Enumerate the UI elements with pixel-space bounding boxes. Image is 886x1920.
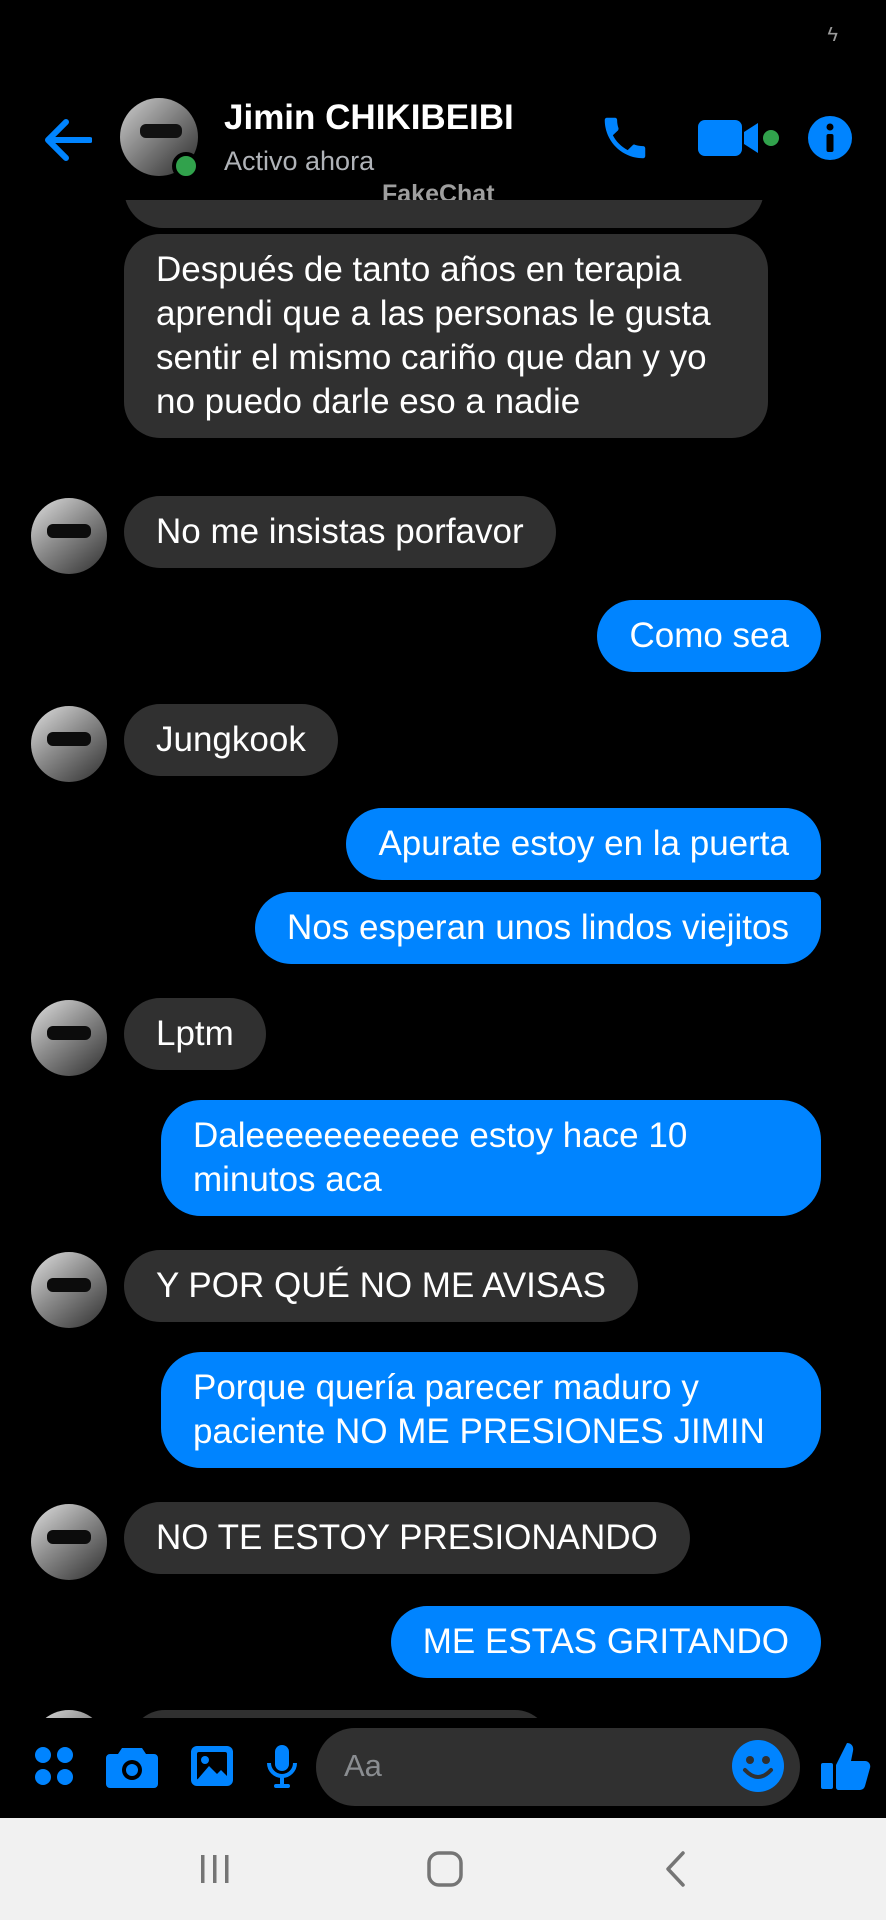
status-bar: ϟ xyxy=(0,0,886,70)
message-input-placeholder: Aa xyxy=(344,1748,382,1783)
message-bubble-incoming[interactable]: NO TE ESTOY PRESIONANDO xyxy=(124,1502,690,1574)
emoji-button[interactable] xyxy=(730,1738,786,1794)
online-indicator xyxy=(172,152,200,180)
message-bubble-incoming[interactable]: Después de tanto años en terapia aprendi… xyxy=(124,234,768,438)
sender-avatar[interactable] xyxy=(31,1000,107,1076)
message-bubble-incoming[interactable]: Y POR QUÉ NO ME AVISAS xyxy=(124,1250,638,1322)
emoji-icon xyxy=(732,1740,784,1792)
recent-apps-icon xyxy=(201,1855,229,1883)
home-icon xyxy=(427,1851,463,1887)
voice-message-button[interactable] xyxy=(264,1742,300,1790)
message-bubble-outgoing[interactable]: Daleeeeeeeeeee estoy hace 10 minutos aca xyxy=(161,1100,821,1216)
contact-status: Activo ahora xyxy=(224,146,375,176)
info-button[interactable] xyxy=(802,108,858,168)
microphone-icon xyxy=(267,1745,297,1788)
home-button[interactable] xyxy=(420,1846,470,1892)
back-button[interactable] xyxy=(38,110,98,170)
camera-icon xyxy=(106,1748,158,1788)
sender-avatar[interactable] xyxy=(31,498,107,574)
message-bubble-outgoing[interactable]: Como sea xyxy=(597,600,821,672)
voice-call-button[interactable] xyxy=(592,108,658,168)
system-back-button[interactable] xyxy=(654,1846,698,1892)
message-bubble-incoming[interactable]: Jungkook xyxy=(124,704,338,776)
recent-apps-button[interactable] xyxy=(192,1846,238,1892)
message-bubble-outgoing[interactable]: ME ESTAS GRITANDO xyxy=(390,1606,821,1678)
sender-avatar[interactable] xyxy=(31,706,107,782)
contact-name[interactable]: Jimin CHIKIBEIBI xyxy=(224,98,514,138)
back-arrow-icon xyxy=(45,119,92,161)
message-bubble-partial[interactable] xyxy=(124,200,764,228)
apps-button[interactable] xyxy=(30,1742,78,1790)
conversation-header: Jimin CHIKIBEIBI Activo ahora FakeChat xyxy=(0,80,886,208)
apps-icon xyxy=(35,1747,73,1785)
sender-avatar[interactable] xyxy=(31,1252,107,1328)
message-list[interactable]: Después de tanto años en terapia aprendi… xyxy=(0,200,886,1718)
message-bubble-incoming[interactable]: No me insistas porfavor xyxy=(124,496,556,568)
thumbs-up-icon xyxy=(821,1743,871,1790)
like-button[interactable] xyxy=(818,1738,874,1794)
phone-icon xyxy=(604,117,646,159)
message-input[interactable]: Aa xyxy=(316,1728,800,1806)
info-icon xyxy=(808,116,852,160)
sender-avatar[interactable] xyxy=(31,1504,107,1580)
sender-avatar-partial[interactable] xyxy=(31,1710,107,1718)
message-bubble-outgoing[interactable]: Porque quería parecer maduro y paciente … xyxy=(161,1352,821,1468)
gallery-icon xyxy=(191,1746,233,1786)
message-bubble-outgoing[interactable]: Apurate estoy en la puerta xyxy=(346,808,821,880)
message-bubble-outgoing[interactable]: Nos esperan unos lindos viejitos xyxy=(255,892,821,964)
video-call-button[interactable] xyxy=(694,108,784,168)
video-camera-icon xyxy=(698,120,779,156)
message-bubble-partial[interactable] xyxy=(130,1710,550,1718)
gallery-button[interactable] xyxy=(186,1742,238,1790)
message-composer: Aa xyxy=(0,1718,886,1818)
camera-button[interactable] xyxy=(104,1742,160,1790)
system-navigation-bar xyxy=(0,1818,886,1920)
back-icon xyxy=(666,1851,685,1887)
charging-bolt-icon: ϟ xyxy=(827,24,838,46)
message-bubble-incoming[interactable]: Lptm xyxy=(124,998,266,1070)
